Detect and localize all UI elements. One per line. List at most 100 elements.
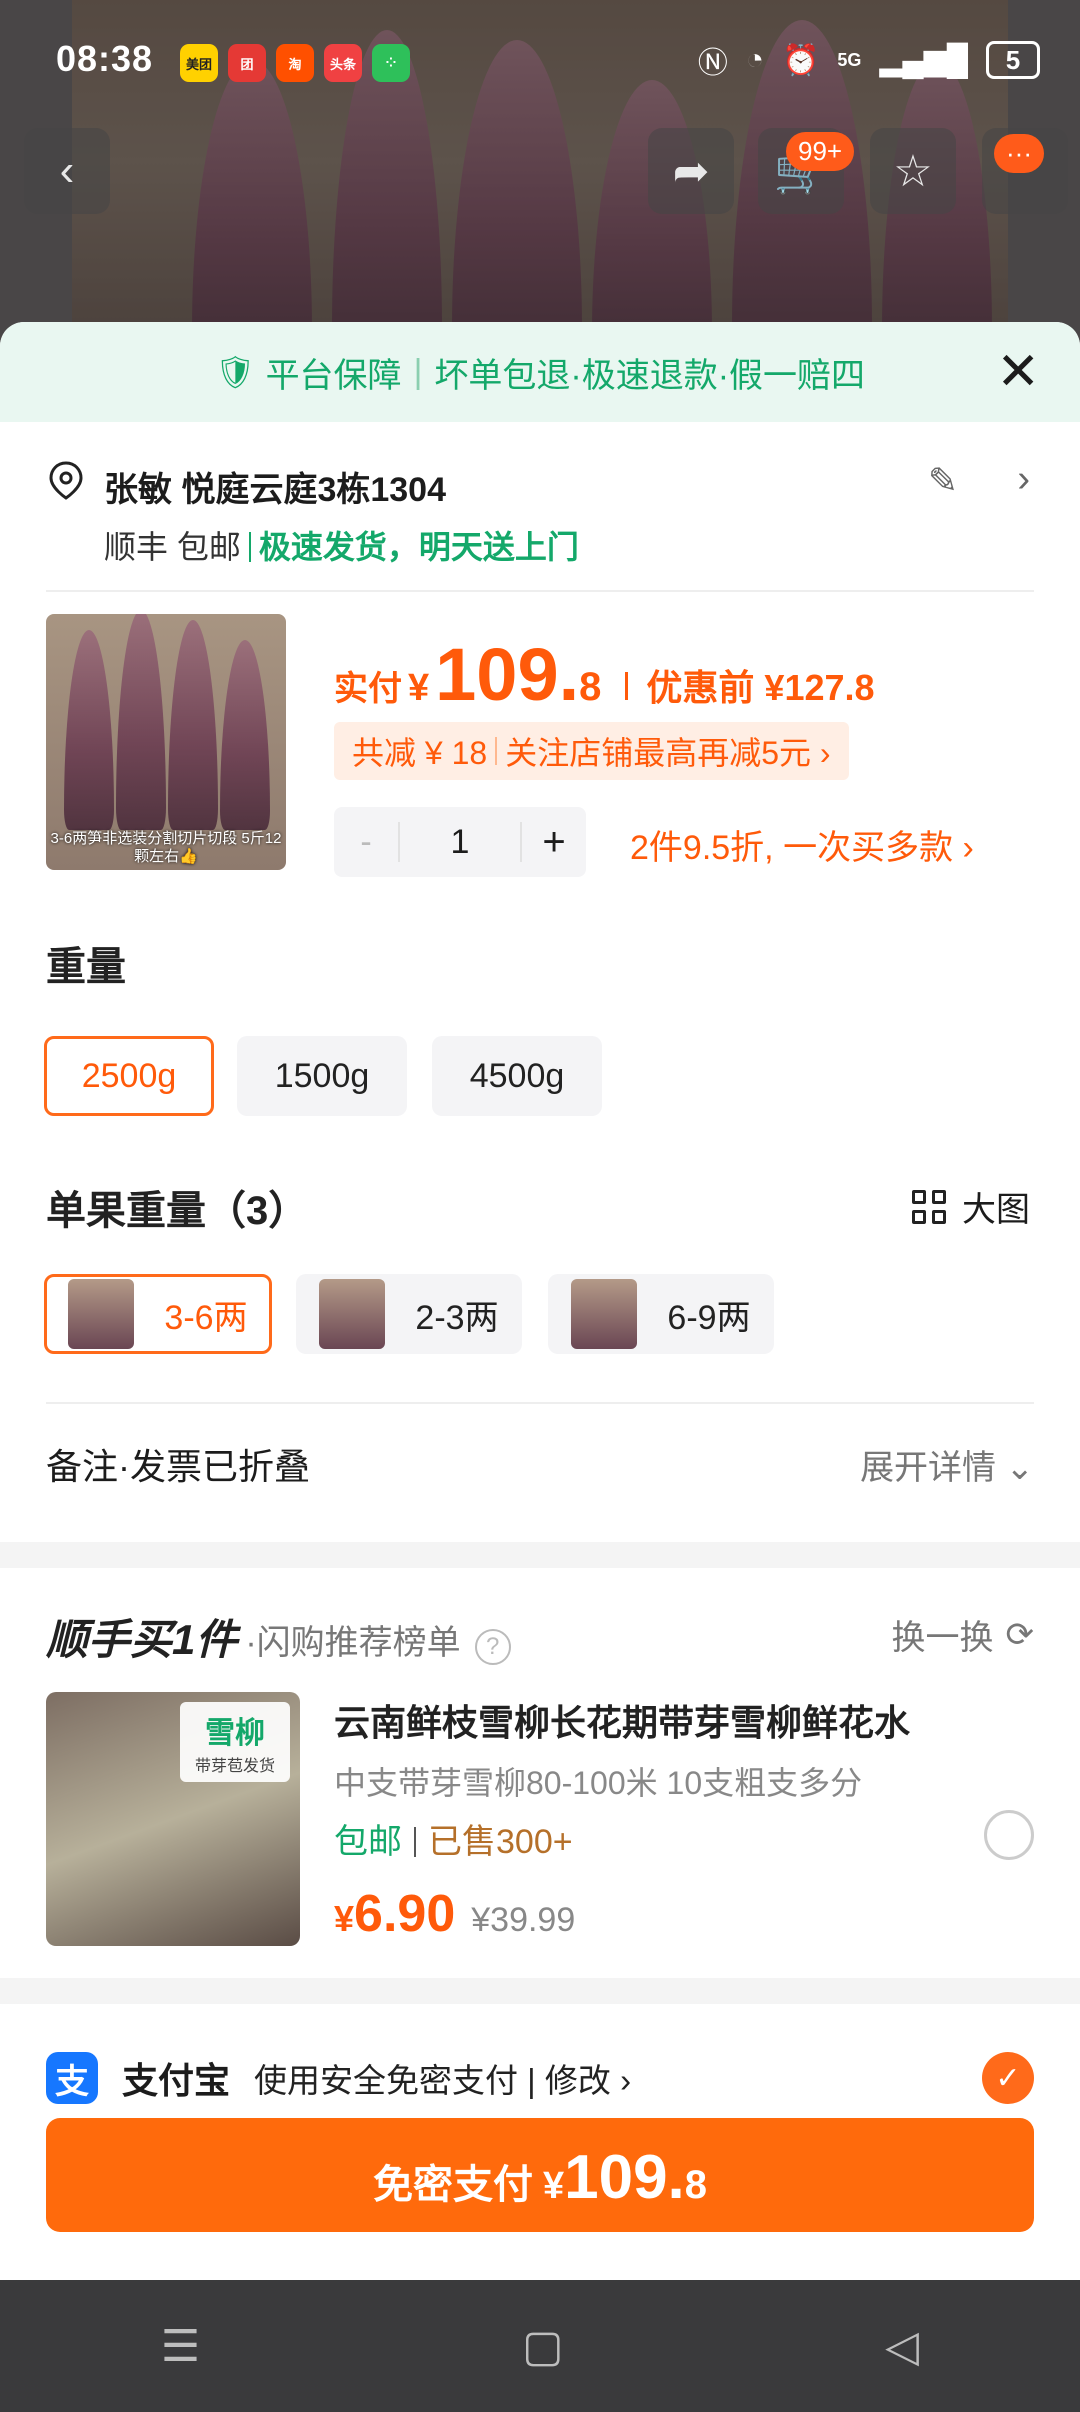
share-icon: ➦ [672, 146, 710, 196]
currency-symbol: ¥ [408, 667, 430, 709]
recommend-subtitle: ·闪购推荐榜单 [245, 1624, 461, 1662]
quantity-stepper: - 1 + [334, 807, 586, 877]
unit-weight-option-3-6[interactable]: 3-6两 [44, 1274, 272, 1354]
discount-extra: 关注店铺最高再减5元 › [505, 735, 831, 771]
price-decimal: 8 [579, 665, 602, 709]
pay-button-amount: 109. [564, 2143, 685, 2212]
guarantee-detail: 坏单包退·极速退款·假一赔四 [434, 356, 866, 395]
big-view-label: 大图 [962, 1191, 1030, 1229]
tag-title: 雪柳 [205, 1717, 265, 1750]
recommend-item-shipping: 包邮 已售300+ [334, 1814, 573, 1863]
toutiao-icon: 头条 [324, 44, 362, 82]
multi-buy-promo[interactable]: 2件9.5折, 一次买多款 › [630, 820, 974, 869]
address-name-line: 张敏 悦庭云庭3栋1304 [104, 471, 446, 509]
chevron-right-icon: › [1017, 458, 1030, 500]
alipay-icon: 支 [46, 2052, 98, 2104]
5g-icon: 5G [837, 49, 862, 70]
thumbnail-caption: 3-6两笋非选装分割切片切段 5斤12颗左右👍 [50, 830, 282, 865]
status-indicators: Ⓝ ◔ ⏰ 5G ▂▄▆█ 5 [698, 38, 1040, 82]
recommend-item-price: ¥ 6.90 ¥39.99 [334, 1884, 575, 1944]
recommend-item-select-radio[interactable] [984, 1810, 1034, 1860]
free-shipping-label: 包邮 [334, 1823, 402, 1861]
option-thumbnail [571, 1279, 638, 1349]
swap-label: 换一换 [891, 1619, 994, 1657]
currency-symbol: ¥ [334, 1898, 355, 1939]
recommend-item-image[interactable]: 雪柳 带芽苞发货 [46, 1692, 300, 1946]
sold-count: 已售300+ [428, 1823, 573, 1861]
notes-label: 备注·发票已折叠 [46, 1446, 310, 1487]
option-label: 2-3两 [415, 1298, 499, 1337]
swap-button[interactable]: 换一换 ⟳ [892, 1610, 1035, 1659]
option-thumbnail [68, 1279, 135, 1349]
star-icon: ☆ [893, 146, 933, 196]
back-icon[interactable]: ◁ [885, 2321, 919, 2372]
shipping-method: 顺丰 包邮 [104, 529, 241, 565]
product-summary: 3-6两笋非选装分割切片切段 5斤12颗左右👍 实付 ¥ 109. 8 优惠前 … [0, 592, 1080, 922]
app-grid-icon: ⁘ [372, 44, 410, 82]
share-button[interactable]: ➦ [648, 128, 734, 214]
notification-app-icons: 美团 团 淘 头条 ⁘ [180, 44, 410, 82]
pay-button-decimal: 8 [684, 2163, 708, 2207]
big-view-toggle[interactable]: 大图 [912, 1182, 1030, 1231]
location-pin-icon [49, 461, 83, 500]
section-gap [0, 1542, 1080, 1568]
pencil-icon: ✎ [927, 460, 958, 501]
recommend-header: 顺手买1件 ·闪购推荐榜单 ? [46, 1606, 511, 1667]
discount-tag[interactable]: 共减 ¥ 18 关注店铺最高再减5元 › [334, 722, 849, 780]
back-button[interactable]: ‹ [24, 128, 110, 214]
pay-button-currency: ¥ [542, 2165, 565, 2207]
divider [46, 1402, 1034, 1404]
pay-button[interactable]: 免密支付 ¥ 109. 8 [46, 2118, 1034, 2232]
paid-label: 实付 [334, 670, 402, 708]
recommend-item-name[interactable]: 云南鲜枝雪柳长花期带芽雪柳鲜花水 [334, 1694, 910, 1746]
weight-option-4500g[interactable]: 4500g [432, 1036, 602, 1116]
address-section[interactable]: 张敏 悦庭云庭3栋1304 顺丰 包邮 极速发货，明天送上门 ✎ › [0, 422, 1080, 592]
recommend-item-tag: 雪柳 带芽苞发货 [180, 1702, 290, 1782]
quantity-value[interactable]: 1 [400, 807, 520, 877]
meituan-icon: 美团 [180, 44, 218, 82]
expand-details-button[interactable]: 展开详情 ⌄ [860, 1440, 1034, 1489]
edit-address-button[interactable]: ✎ [928, 460, 958, 502]
weight-title: 重量 [46, 945, 126, 989]
decrease-qty-button[interactable]: - [334, 822, 400, 862]
price-before-discount: 优惠前 ¥127.8 [646, 667, 875, 708]
recommend-item-spec: 中支带芽雪柳80-100米 10支粗支多分 [334, 1765, 863, 1801]
system-navigation-bar: ☰ ▢ ◁ [0, 2280, 1080, 2412]
checkout-sheet: 🛡 平台保障 | 坏单包退·极速退款·假一赔四 ✕ 张敏 悦庭云庭3栋1304 … [0, 322, 1080, 2280]
tag-subtitle: 带芽苞发货 [194, 1758, 275, 1775]
help-icon[interactable]: ? [474, 1629, 511, 1665]
address-chevron[interactable]: › [1017, 458, 1030, 501]
increase-qty-button[interactable]: + [520, 820, 586, 864]
unit-weight-option-6-9[interactable]: 6-9两 [548, 1274, 774, 1354]
menu-icon[interactable]: ☰ [161, 2321, 200, 2372]
unit-weight-option-2-3[interactable]: 2-3两 [296, 1274, 522, 1354]
close-icon: ✕ [996, 343, 1040, 401]
option-thumbnail [319, 1279, 386, 1349]
pay-button-label: 免密支付 [372, 2163, 533, 2207]
home-icon[interactable]: ▢ [522, 2321, 564, 2372]
status-time: 08:38 [56, 38, 154, 79]
notes-invoice-row[interactable]: 备注·发票已折叠 展开详情 ⌄ [46, 1434, 1034, 1494]
data-saver-icon: ◔ [745, 43, 764, 76]
close-button[interactable]: ✕ [996, 346, 1040, 398]
weight-option-1500g[interactable]: 1500g [237, 1036, 407, 1116]
payment-desc[interactable]: 使用安全免密支付 | 修改 › [254, 2054, 631, 2102]
guarantee-title: 平台保障 [265, 356, 402, 395]
refresh-icon: ⟳ [1005, 1615, 1035, 1654]
price-row: 实付 ¥ 109. 8 优惠前 ¥127.8 [334, 632, 875, 717]
unit-weight-title: 单果重量（3） [46, 1189, 309, 1233]
favorite-button[interactable]: ☆ [870, 128, 956, 214]
grid-view-icon [912, 1189, 946, 1224]
cart-badge: 99+ [786, 132, 855, 171]
delivery-promise: 极速发货，明天送上门 [258, 529, 579, 565]
checkmark-icon[interactable]: ✓ [982, 2052, 1034, 2104]
recommend-title: 顺手买1件 [46, 1616, 238, 1663]
platform-guarantee-bar: 🛡 平台保障 | 坏单包退·极速退款·假一赔四 ✕ [0, 322, 1080, 422]
signal-icon: ▂▄▆█ [879, 43, 968, 77]
payment-method-row[interactable]: 支 支付宝 使用安全免密支付 | 修改 › ✓ [46, 2048, 1034, 2108]
payment-name: 支付宝 [122, 2060, 231, 2101]
section-gap [0, 1978, 1080, 2004]
alarm-icon: ⏰ [781, 43, 820, 77]
weight-option-2500g[interactable]: 2500g [44, 1036, 214, 1116]
product-thumbnail[interactable]: 3-6两笋非选装分割切片切段 5斤12颗左右👍 [46, 614, 286, 870]
